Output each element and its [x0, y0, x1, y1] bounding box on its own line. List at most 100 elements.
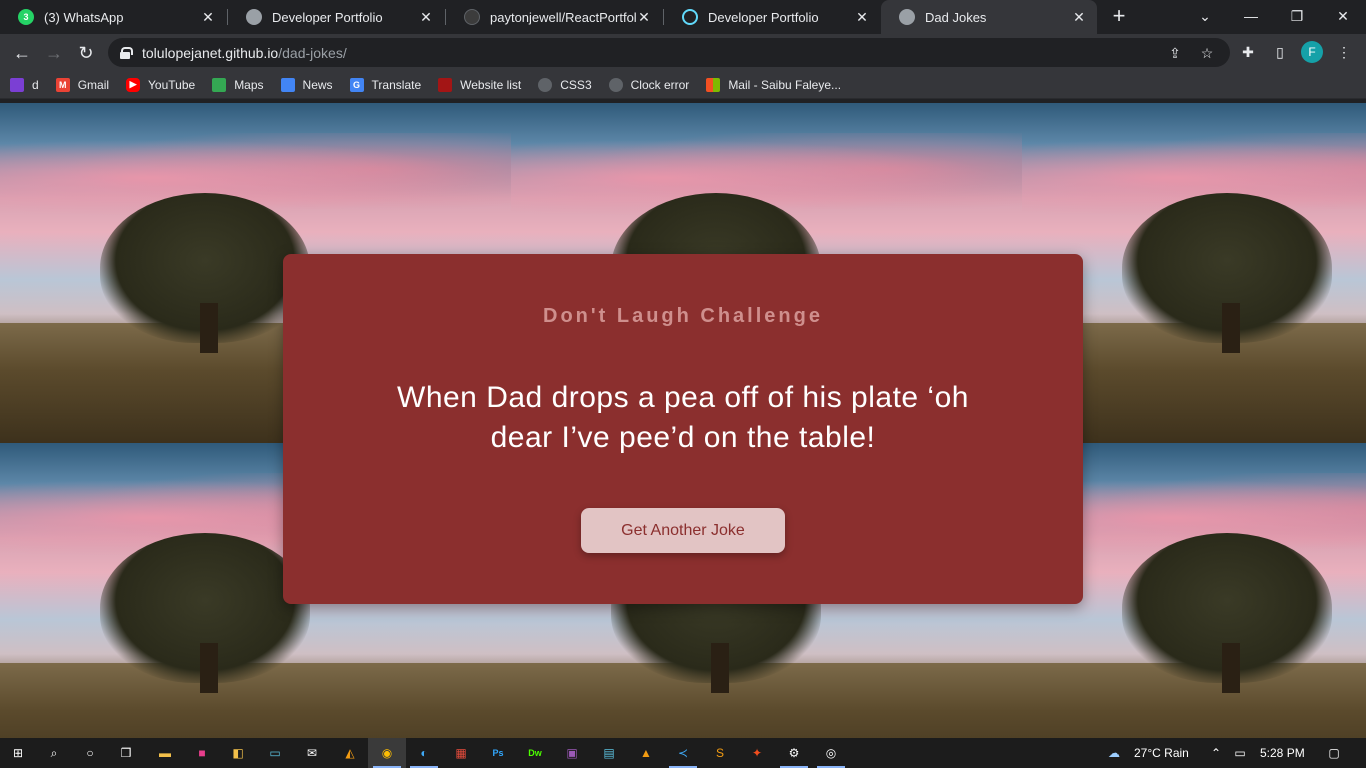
bookmark-translate[interactable]: G Translate: [349, 77, 422, 92]
search-icon[interactable]: ⌕: [44, 743, 64, 763]
close-window-button[interactable]: ✕: [1320, 0, 1366, 32]
bookmark-star-icon[interactable]: ☆: [1198, 44, 1216, 62]
tab-title: Developer Portfolio: [272, 9, 383, 25]
file-explorer-icon[interactable]: ▬: [155, 743, 175, 763]
tab-dad-jokes[interactable]: Dad Jokes ✕: [881, 0, 1097, 34]
calendar-icon[interactable]: ▦: [451, 743, 471, 763]
card-heading: Don't Laugh Challenge: [543, 305, 823, 327]
app-icon[interactable]: ■: [192, 743, 212, 763]
minimize-button[interactable]: —: [1228, 0, 1274, 32]
globe-icon: [538, 77, 553, 92]
chrome-icon[interactable]: ◉: [373, 743, 401, 768]
tab-developer-portfolio[interactable]: Developer Portfolio ✕: [228, 0, 444, 34]
gmail-icon: M: [55, 77, 70, 92]
tab-title: (3) WhatsApp: [44, 9, 124, 25]
bookmark-label: YouTube: [148, 77, 196, 92]
microsoft-icon: [706, 77, 721, 92]
task-view-icon[interactable]: ❒: [116, 743, 136, 763]
joke-text: When Dad drops a pea off of his plate ‘o…: [397, 381, 969, 454]
windows-taskbar: ⊞ ⌕ ○ ❒ ▬ ■ ◧ ▭ ✉ ◭ ◉ ◐ ▦ Ps Dw ▣ ▤ ▲ ≺ …: [0, 738, 1366, 768]
url-host: tolulopejanet.github.io: [142, 44, 279, 61]
chevron-up-icon[interactable]: ⌃: [1206, 743, 1226, 763]
store-icon[interactable]: ◧: [228, 743, 248, 763]
mail-icon[interactable]: ✉: [302, 743, 322, 763]
tab-developer-portfolio-2[interactable]: Developer Portfolio ✕: [664, 0, 880, 34]
tab-whatsapp[interactable]: 3 (3) WhatsApp ✕: [0, 0, 226, 34]
bookmark-css3[interactable]: CSS3: [538, 77, 592, 92]
bookmark-label: d: [32, 77, 39, 92]
dreamweaver-icon[interactable]: Dw: [525, 743, 545, 763]
app-icon[interactable]: ▤: [599, 743, 619, 763]
close-icon[interactable]: ✕: [636, 9, 652, 26]
close-icon[interactable]: ✕: [200, 9, 216, 26]
joke-card: Don't Laugh Challenge When Dad drops a p…: [283, 254, 1083, 604]
maps-icon: [212, 77, 227, 92]
meet-now-icon[interactable]: ▭: [1230, 743, 1250, 763]
tab-title: paytonjewell/ReactPortfolioTe: [490, 9, 636, 25]
bookmark-gmail[interactable]: M Gmail: [55, 77, 110, 92]
keyboard-icon[interactable]: ▭: [265, 743, 285, 763]
app-icon[interactable]: ◎: [817, 743, 845, 768]
youtube-icon: ▶: [126, 77, 141, 92]
tab-strip: 3 (3) WhatsApp ✕ Developer Portfolio ✕ p…: [0, 0, 1366, 34]
tab-title: Developer Portfolio: [708, 9, 819, 25]
bookmark-label: Clock error: [630, 77, 690, 92]
bookmark-news[interactable]: News: [280, 77, 333, 92]
cortana-icon[interactable]: ○: [80, 743, 100, 763]
new-tab-button[interactable]: +: [1106, 5, 1132, 29]
weather-icon[interactable]: ☁: [1104, 743, 1124, 763]
app-icon[interactable]: ▣: [562, 743, 582, 763]
bookmark-label: Website list: [460, 77, 522, 92]
whatsapp-icon: 3: [18, 9, 34, 25]
get-another-joke-button[interactable]: Get Another Joke: [581, 508, 785, 553]
side-panel-icon[interactable]: ▯: [1270, 42, 1290, 62]
bookmark-label: CSS3: [560, 77, 592, 92]
bookmark-mail[interactable]: Mail - Saibu Faleye...: [706, 77, 842, 92]
bookmark-youtube[interactable]: ▶ YouTube: [126, 77, 196, 92]
globe-icon: [608, 77, 623, 92]
reload-button[interactable]: ↻: [72, 39, 100, 67]
bookmark-label: Mail - Saibu Faleye...: [728, 77, 842, 92]
extensions-icon[interactable]: ✚: [1238, 42, 1258, 62]
lock-icon[interactable]: [120, 46, 133, 59]
figma-icon[interactable]: ✦: [747, 743, 767, 763]
windows-start-icon[interactable]: ⊞: [8, 743, 28, 763]
tab-github[interactable]: paytonjewell/ReactPortfolioTe ✕: [446, 0, 662, 34]
weather-text[interactable]: 27°C Rain: [1134, 746, 1189, 760]
translate-icon: G: [349, 77, 364, 92]
close-icon[interactable]: ✕: [854, 9, 870, 26]
close-icon[interactable]: ✕: [1071, 9, 1087, 26]
bookmark-clock-error[interactable]: Clock error: [608, 77, 690, 92]
bookmark-label: Gmail: [77, 77, 110, 92]
edge-icon[interactable]: ◐: [410, 743, 438, 768]
share-icon[interactable]: ⇪: [1166, 44, 1184, 62]
vscode-icon[interactable]: ≺: [669, 743, 697, 768]
profile-avatar[interactable]: F: [1301, 41, 1323, 63]
photoshop-icon[interactable]: Ps: [488, 743, 508, 763]
react-icon: [682, 9, 698, 25]
notifications-icon[interactable]: ▢: [1324, 743, 1344, 763]
app-icon[interactable]: ◭: [340, 743, 360, 763]
vlc-icon[interactable]: ▲: [636, 743, 656, 763]
bookmark-d[interactable]: d: [10, 77, 39, 92]
url-path: /dad-jokes/: [278, 44, 347, 61]
tab-search-button[interactable]: ⌄: [1182, 0, 1228, 32]
restore-button[interactable]: ❐: [1274, 0, 1320, 32]
bookmark-label: Translate: [371, 77, 422, 92]
bookmark-maps[interactable]: Maps: [212, 77, 264, 92]
bookmark-website-list[interactable]: Website list: [438, 77, 522, 92]
bookmark-icon: [10, 77, 24, 92]
clock[interactable]: 5:28 PM: [1260, 746, 1305, 760]
tab-title: Dad Jokes: [925, 9, 987, 25]
close-icon[interactable]: ✕: [418, 9, 434, 26]
sublime-icon[interactable]: S: [710, 743, 730, 763]
forward-button[interactable]: →: [40, 39, 68, 67]
back-button[interactable]: ←: [8, 39, 36, 67]
globe-icon: [899, 9, 915, 25]
news-icon: [280, 77, 295, 92]
menu-icon[interactable]: ⋮: [1334, 42, 1354, 62]
bookmarks-bar: d M Gmail ▶ YouTube Maps News G Translate W…: [0, 71, 1366, 99]
settings-icon[interactable]: ⚙: [780, 743, 808, 768]
website-list-icon: [438, 77, 453, 92]
address-bar[interactable]: tolulopejanet.github.io/dad-jokes/ ⇪ ☆: [108, 38, 1230, 67]
